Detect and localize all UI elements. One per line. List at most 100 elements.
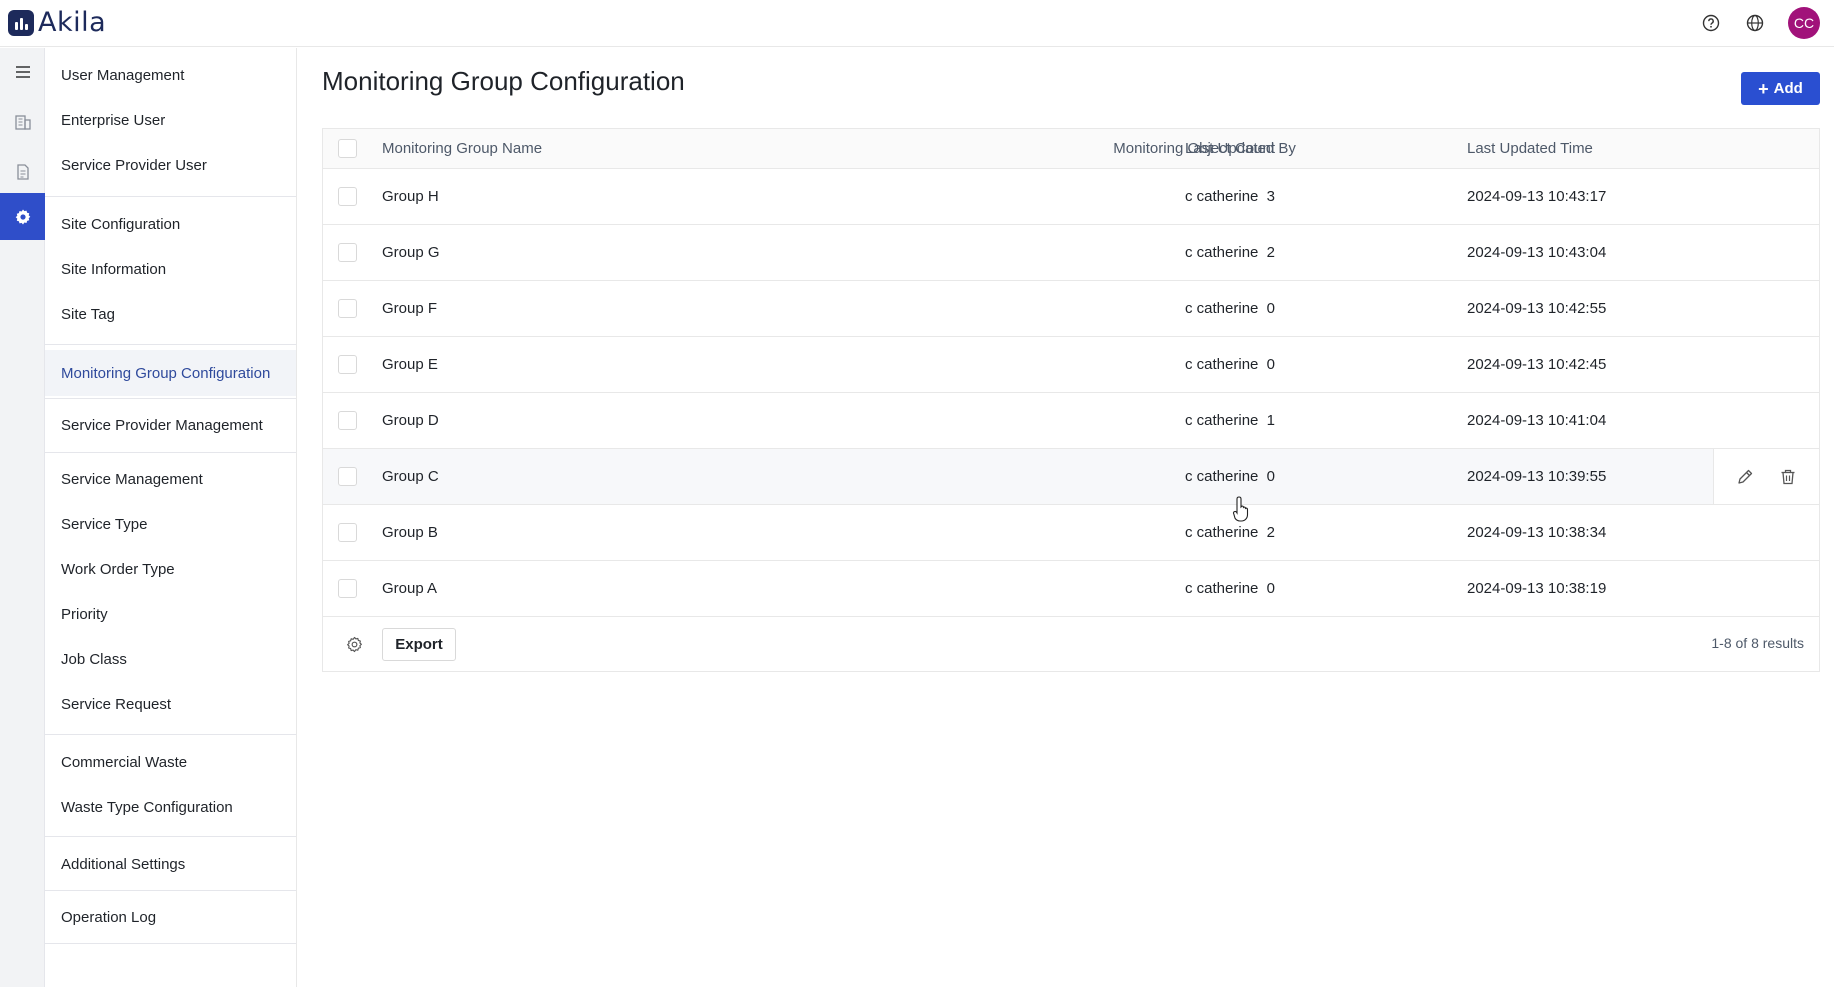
app-logo[interactable]: Akila xyxy=(8,9,106,37)
plus-icon: + xyxy=(1758,78,1769,99)
cell-updated-time: 2024-09-13 10:43:04 xyxy=(1467,244,1607,261)
export-button[interactable]: Export xyxy=(382,628,456,661)
top-bar: Akila CC xyxy=(0,0,1834,47)
sidebar-item-service-type[interactable]: Service Type xyxy=(45,504,296,544)
row-select-cell xyxy=(338,505,358,560)
row-checkbox[interactable] xyxy=(338,243,357,262)
row-checkbox[interactable] xyxy=(338,299,357,318)
row-select-cell xyxy=(338,449,358,504)
column-header-updated-time[interactable]: Last Updated Time xyxy=(1467,129,1593,168)
row-select-cell xyxy=(338,393,358,448)
cell-updated-time: 2024-09-13 10:38:34 xyxy=(1467,524,1607,541)
hand-cursor-icon xyxy=(1232,495,1254,523)
row-checkbox[interactable] xyxy=(338,467,357,486)
sidebar-item-monitoring-group-configuration[interactable]: Monitoring Group Configuration xyxy=(45,350,296,396)
edit-icon[interactable] xyxy=(1734,466,1756,488)
table-header: Monitoring Group Name Monitoring Object … xyxy=(323,129,1819,169)
cell-updated-by: c catherine xyxy=(1185,412,1259,429)
sidebar-divider xyxy=(45,344,296,345)
cell-group-name: Group D xyxy=(382,412,439,429)
row-checkbox[interactable] xyxy=(338,355,357,374)
cell-updated-time: 2024-09-13 10:41:04 xyxy=(1467,412,1607,429)
report-icon[interactable] xyxy=(0,148,45,195)
sidebar-item-site-configuration[interactable]: Site Configuration xyxy=(45,204,296,244)
sidebar-nav: User Management Enterprise User Service … xyxy=(45,48,297,987)
cell-group-name: Group C xyxy=(382,468,439,485)
sidebar-divider xyxy=(45,943,296,944)
cell-updated-by: c catherine xyxy=(1185,356,1259,373)
menu-icon[interactable] xyxy=(0,48,45,95)
icon-rail xyxy=(0,48,45,987)
user-avatar[interactable]: CC xyxy=(1788,7,1820,39)
sidebar-item-work-order-type[interactable]: Work Order Type xyxy=(45,549,296,589)
sidebar-item-job-class[interactable]: Job Class xyxy=(45,639,296,679)
cell-updated-by: c catherine xyxy=(1185,244,1259,261)
sidebar-item-additional-settings[interactable]: Additional Settings xyxy=(45,844,296,884)
cell-group-name: Group B xyxy=(382,524,438,541)
building-icon[interactable] xyxy=(0,98,45,145)
row-select-cell xyxy=(338,169,358,224)
row-checkbox[interactable] xyxy=(338,187,357,206)
sidebar-divider xyxy=(45,398,296,399)
sidebar-divider xyxy=(45,890,296,891)
table-row[interactable]: Group A 0 c catherine 2024-09-13 10:38:1… xyxy=(323,561,1819,617)
sidebar-item-service-request[interactable]: Service Request xyxy=(45,684,296,724)
cell-group-name: Group H xyxy=(382,188,439,205)
row-select-cell xyxy=(338,561,358,616)
sidebar-item-operation-log[interactable]: Operation Log xyxy=(45,897,296,937)
settings-icon[interactable] xyxy=(0,193,45,240)
column-settings-gear-icon[interactable] xyxy=(343,633,365,655)
cell-updated-time: 2024-09-13 10:39:55 xyxy=(1467,468,1607,485)
sidebar-item-user-management[interactable]: User Management xyxy=(45,55,296,95)
sidebar-item-site-tag[interactable]: Site Tag xyxy=(45,294,296,334)
sidebar-item-service-provider-management[interactable]: Service Provider Management xyxy=(45,405,296,445)
sidebar-item-service-provider-user[interactable]: Service Provider User xyxy=(45,145,296,185)
logo-mark-icon xyxy=(8,10,34,36)
help-icon[interactable] xyxy=(1700,12,1722,34)
sidebar-item-service-management[interactable]: Service Management xyxy=(45,459,296,499)
select-all-checkbox[interactable] xyxy=(338,139,357,158)
results-count: 1-8 of 8 results xyxy=(1711,635,1804,651)
sidebar-divider xyxy=(45,452,296,453)
page-title: Monitoring Group Configuration xyxy=(322,66,685,96)
sidebar-item-site-information[interactable]: Site Information xyxy=(45,249,296,289)
select-all-cell xyxy=(338,129,358,168)
table-row[interactable]: Group F 0 c catherine 2024-09-13 10:42:5… xyxy=(323,281,1819,337)
sidebar-divider xyxy=(45,836,296,837)
table-row[interactable]: Group D 1 c catherine 2024-09-13 10:41:0… xyxy=(323,393,1819,449)
row-actions xyxy=(1713,449,1819,504)
cell-updated-by: c catherine xyxy=(1185,188,1259,205)
row-select-cell xyxy=(338,337,358,392)
row-checkbox[interactable] xyxy=(338,411,357,430)
sidebar-divider xyxy=(45,734,296,735)
sidebar-item-commercial-waste[interactable]: Commercial Waste xyxy=(45,742,296,782)
cell-updated-time: 2024-09-13 10:42:45 xyxy=(1467,356,1607,373)
cell-group-name: Group F xyxy=(382,300,438,317)
table-row[interactable]: Group G 2 c catherine 2024-09-13 10:43:0… xyxy=(323,225,1819,281)
add-button[interactable]: + Add xyxy=(1741,72,1820,105)
cell-updated-time: 2024-09-13 10:42:55 xyxy=(1467,300,1607,317)
table-row[interactable]: Group E 0 c catherine 2024-09-13 10:42:4… xyxy=(323,337,1819,393)
table-footer: Export 1-8 of 8 results xyxy=(323,617,1819,671)
cell-updated-time: 2024-09-13 10:38:19 xyxy=(1467,580,1607,597)
table-row[interactable]: Group B 2 c catherine 2024-09-13 10:38:3… xyxy=(323,505,1819,561)
cell-updated-by: c catherine xyxy=(1185,300,1259,317)
table-row[interactable]: Group H 3 c catherine 2024-09-13 10:43:1… xyxy=(323,169,1819,225)
sidebar-item-priority[interactable]: Priority xyxy=(45,594,296,634)
cell-updated-by: c catherine xyxy=(1185,580,1259,597)
column-header-updated-by[interactable]: Last Updated By xyxy=(1185,129,1296,168)
trash-icon[interactable] xyxy=(1777,466,1799,488)
add-button-label: Add xyxy=(1773,80,1803,97)
sidebar-item-waste-type-configuration[interactable]: Waste Type Configuration xyxy=(45,787,296,827)
sidebar-item-enterprise-user[interactable]: Enterprise User xyxy=(45,100,296,140)
row-select-cell xyxy=(338,281,358,336)
table-row-hovered[interactable]: Group C 0 c catherine 2024-09-13 10:39:5… xyxy=(323,449,1819,505)
row-checkbox[interactable] xyxy=(338,523,357,542)
row-select-cell xyxy=(338,225,358,280)
globe-icon[interactable] xyxy=(1744,12,1766,34)
row-checkbox[interactable] xyxy=(338,579,357,598)
monitoring-group-table: Monitoring Group Name Monitoring Object … xyxy=(322,128,1820,672)
cell-group-name: Group G xyxy=(382,244,440,261)
column-header-name[interactable]: Monitoring Group Name xyxy=(382,129,542,168)
app-name: Akila xyxy=(38,7,107,38)
